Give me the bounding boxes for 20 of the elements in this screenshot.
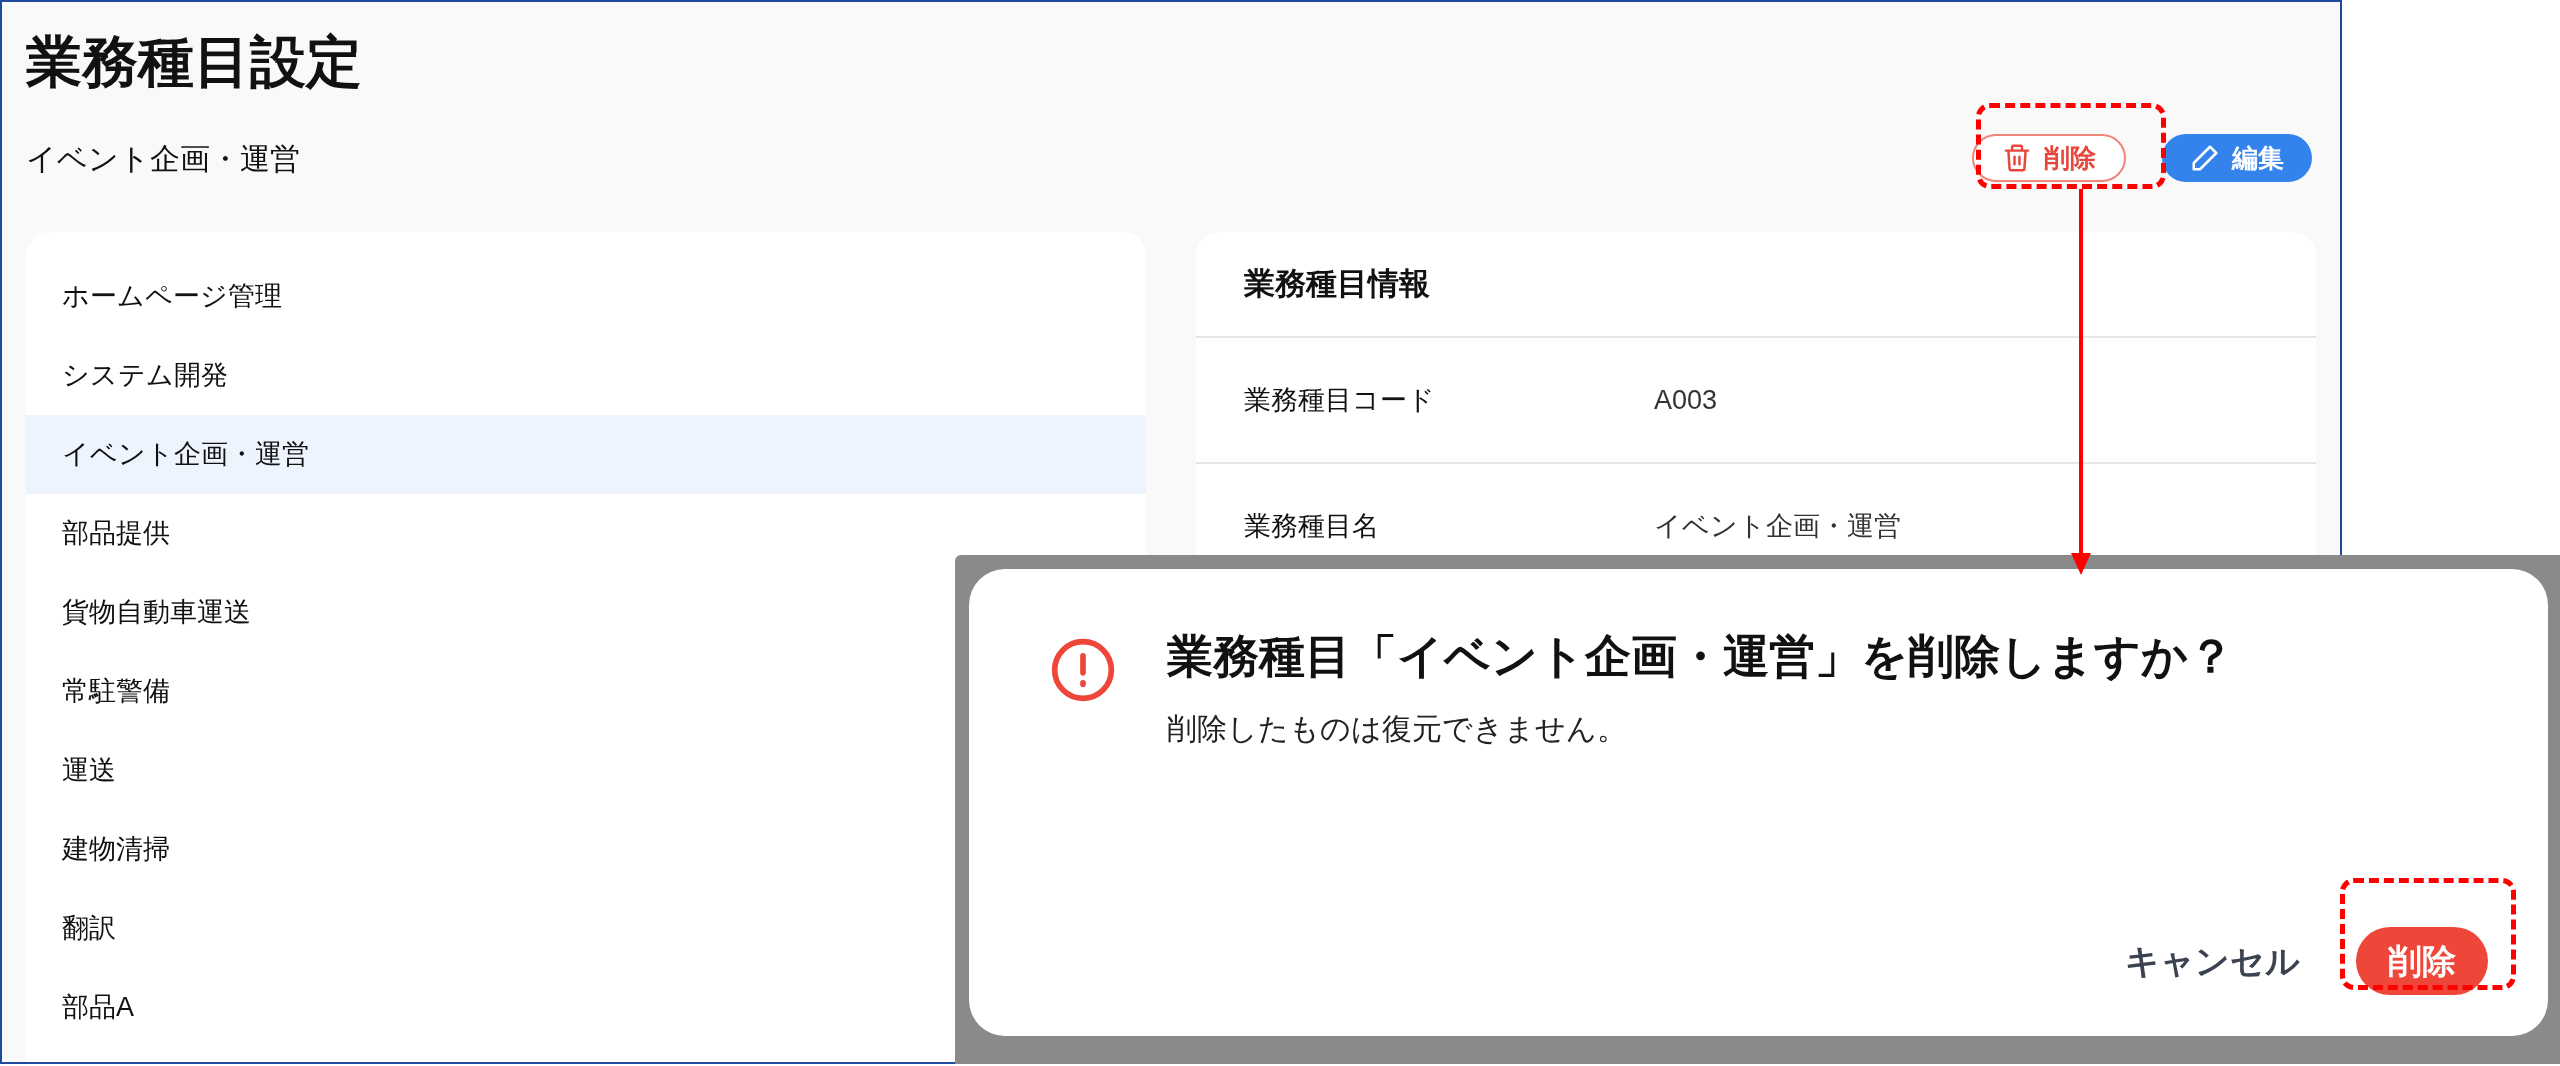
- card-title: 業務種目情報: [1196, 232, 2316, 338]
- pencil-icon: [2190, 143, 2220, 173]
- delete-button[interactable]: 削除: [1972, 134, 2126, 182]
- page-subtitle: イベント企画・運営: [26, 140, 300, 177]
- list-item[interactable]: システム開発: [26, 336, 1146, 415]
- page-title: 業務種目設定: [26, 29, 363, 95]
- list-item[interactable]: 部品提供: [26, 494, 1146, 573]
- cancel-button[interactable]: キャンセル: [2109, 926, 2316, 996]
- list-item[interactable]: ホームページ管理: [26, 257, 1146, 336]
- field-label: 業務種目名: [1244, 509, 1380, 543]
- edit-button[interactable]: 編集: [2162, 134, 2312, 182]
- list-item[interactable]: イベント企画・運営: [26, 415, 1146, 494]
- warning-icon: [1049, 636, 1117, 704]
- field-value: イベント企画・運営: [1654, 509, 1901, 543]
- trash-icon: [2002, 142, 2032, 174]
- field-value: A003: [1654, 383, 1718, 417]
- field-label: 業務種目コード: [1244, 383, 1436, 417]
- dialog-message: 削除したものは復元できません。: [1167, 711, 1628, 747]
- dialog-title: 業務種目「イベント企画・運営」を削除しますか？: [1167, 629, 2234, 684]
- confirm-delete-button[interactable]: 削除: [2356, 927, 2488, 995]
